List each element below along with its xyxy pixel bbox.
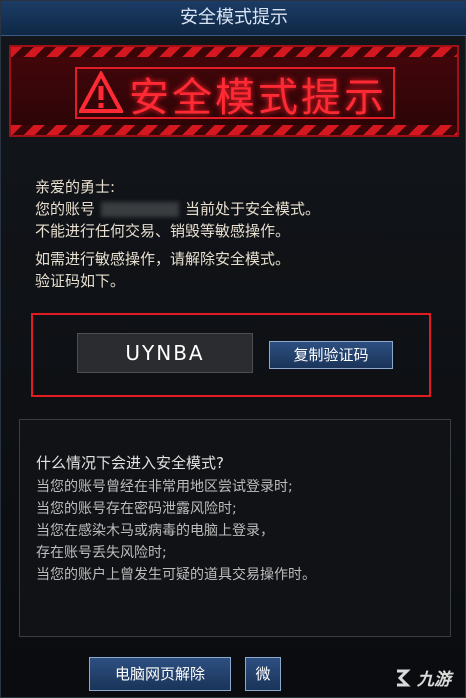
list-item: 当您的账户上曾发生可疑的道具交易操作时。 (36, 567, 316, 583)
hazard-stripe-bottom (11, 125, 457, 135)
copy-code-button[interactable]: 复制验证码 (269, 341, 393, 369)
banner-title: 安全模式提示 (129, 75, 387, 121)
warning-banner: 安全模式提示 (9, 45, 459, 137)
nine-game-logo-icon (397, 669, 411, 686)
info-heading: 什么情况下会进入安全模式? (36, 454, 224, 472)
account-status-line: 您的账号 当前处于安全模式。 (35, 198, 320, 220)
info-panel: 什么情况下会进入安全模式? 当您的账号曾经在非常用地区尝试登录时; 当您的账号存… (19, 419, 451, 637)
redacted-account (101, 202, 180, 217)
account-suffix: 当前处于安全模式。 (185, 200, 321, 218)
code-intro-line: 验证码如下。 (35, 272, 126, 290)
verification-code-field[interactable]: UYNBA (77, 333, 253, 373)
list-item: 当您的账号曾经在非常用地区尝试登录时; (36, 479, 293, 495)
hazard-stripe-top (11, 47, 457, 57)
salutation: 亲爱的勇士: (35, 178, 116, 196)
account-prefix: 您的账号 (35, 200, 96, 218)
warning-triangle-icon (79, 71, 123, 113)
list-item: 当您在感染木马或病毒的电脑上登录， (36, 523, 274, 539)
security-mode-dialog: 安全模式提示 安全模式提示 亲爱的勇士: 您的账号 当前处于安全模式。 不能进行任… (0, 0, 466, 698)
restriction-line: 不能进行任何交易、销毁等敏感操作。 (35, 222, 291, 240)
watermark: 九游 (391, 665, 451, 690)
instruction-line: 如需进行敏感操作，请解除安全模式。 (35, 250, 291, 268)
list-item: 存在账号丢失风险时; (36, 545, 167, 561)
window-title: 安全模式提示 (1, 1, 466, 36)
info-list: 当您的账号曾经在非常用地区尝试登录时; 当您的账号存在密码泄露风险时; 当您在感… (36, 476, 316, 586)
verification-code-box: UYNBA 复制验证码 (31, 313, 431, 397)
watermark-text: 九游 (417, 670, 451, 690)
list-item: 当您的账号存在密码泄露风险时; (36, 501, 237, 517)
web-unlock-button[interactable]: 电脑网页解除 (89, 657, 231, 691)
greeting-text: 亲爱的勇士: 您的账号 当前处于安全模式。 不能进行任何交易、销毁等敏感操作。 如… (35, 176, 320, 292)
wechat-unlock-button[interactable]: 微 (245, 657, 281, 691)
